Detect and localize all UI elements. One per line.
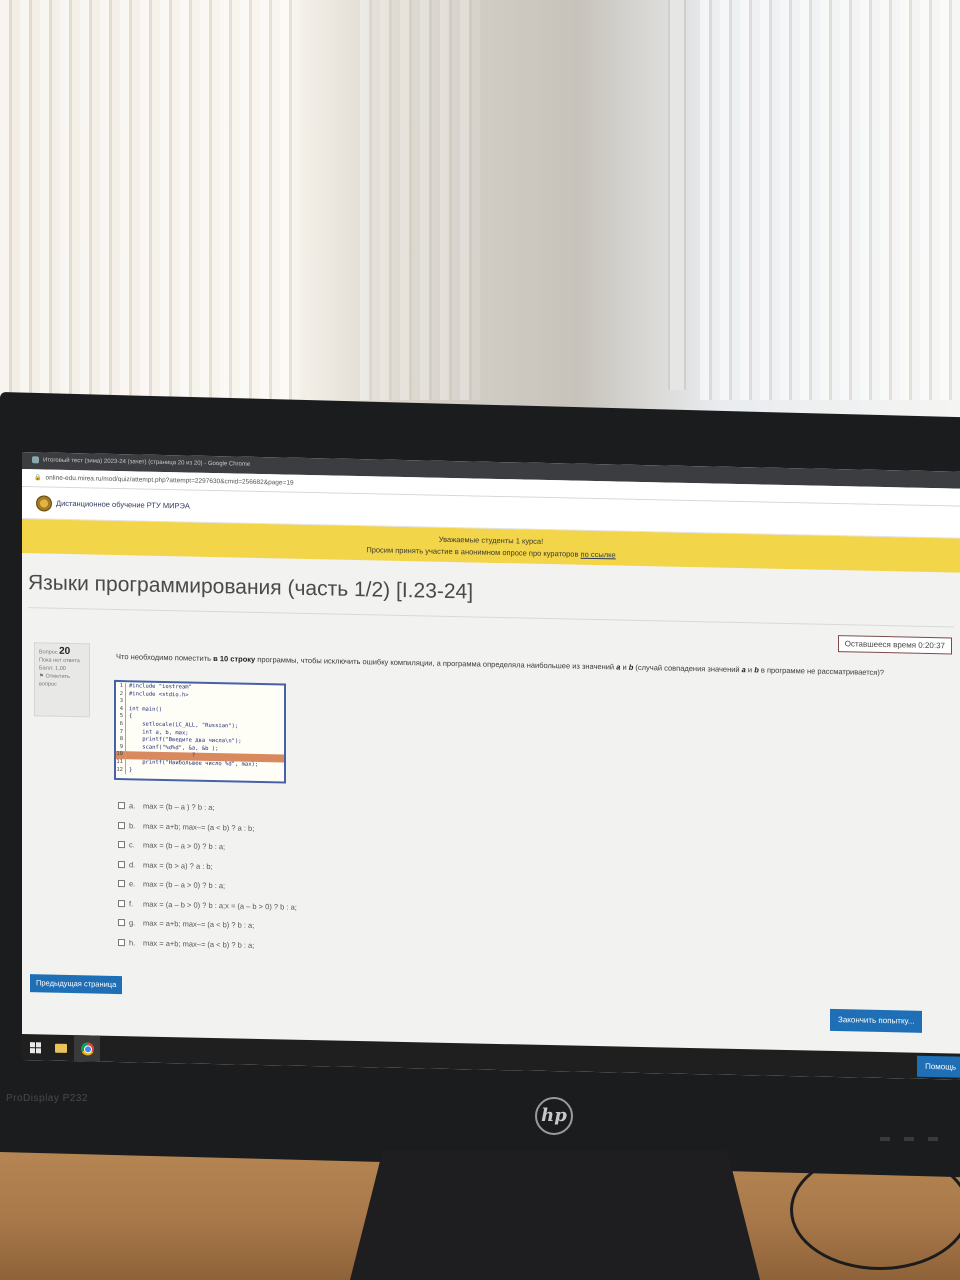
monitor-stand: [350, 1150, 760, 1280]
question-text-bold: в 10 строку: [213, 654, 256, 664]
survey-link[interactable]: по ссылке: [581, 550, 616, 560]
question-info-panel: Вопрос 20 Пока нет ответа Балл: 1,00 ⚑ О…: [34, 642, 90, 718]
help-button[interactable]: Помощь: [917, 1055, 960, 1078]
code-text: {: [129, 713, 133, 720]
question-text-part: Что необходимо поместить: [116, 651, 214, 664]
monitor-button: [880, 1137, 890, 1141]
answer-letter: d.: [129, 859, 136, 870]
flag-question-link[interactable]: ⚑ Отметить вопрос: [39, 672, 85, 689]
answer-checkbox[interactable]: [118, 821, 125, 829]
start-button[interactable]: [22, 1034, 48, 1061]
page-title: Языки программирования (часть 1/2) [I.23…: [28, 571, 474, 604]
answer-letter: e.: [129, 879, 136, 889]
answer-checkbox[interactable]: [118, 802, 125, 810]
answer-text[interactable]: max = (b – a ) ? b : a;: [143, 802, 215, 812]
line-number: 7: [116, 728, 126, 737]
line-number: 4: [116, 705, 126, 714]
answer-checkbox[interactable]: [118, 841, 125, 849]
lock-icon: 🔒: [34, 475, 42, 482]
answer-checkbox[interactable]: [118, 919, 125, 927]
answer-checkbox[interactable]: [118, 880, 125, 888]
line-number: 1: [116, 682, 126, 691]
taskbar-explorer[interactable]: [48, 1035, 74, 1062]
window-blinds-left: [0, 0, 300, 400]
answer-list: a. max = (b – a ) ? b : a; b. max = a+b; m…: [118, 796, 297, 956]
code-text: #include <stdio.h>: [129, 690, 189, 699]
question-text-part: и: [745, 665, 755, 675]
line-number: 12: [116, 766, 126, 775]
answer-letter: b.: [129, 820, 136, 831]
monitor-model-label: ProDisplay P232: [6, 1093, 88, 1104]
notice-text: Просим принять участие в анонимном опрос…: [366, 545, 581, 559]
hp-logo: hp: [535, 1097, 573, 1135]
chrome-icon: [80, 1041, 94, 1055]
line-number: 3: [116, 698, 126, 706]
previous-page-button[interactable]: Предыдущая страница: [30, 974, 123, 995]
answer-text[interactable]: max = (a – b > 0) ? b : a;x = (a – b > 0…: [143, 899, 297, 911]
line-number: 10: [116, 751, 126, 760]
code-image: 1 #include "iostream" 2 #include <stdio.h>…: [114, 679, 286, 784]
window-blinds-center: [360, 0, 480, 400]
answer-checkbox[interactable]: [118, 938, 125, 946]
question-text-part: (случай совпадения значений: [633, 662, 742, 675]
answer-text[interactable]: max = (b > a) ? a : b;: [143, 860, 213, 870]
finish-attempt-button[interactable]: Закончить попытку...: [830, 1008, 923, 1033]
timer-badge: Оставшееся время 0:20:37: [837, 635, 952, 655]
room-background: [0, 0, 960, 420]
question-text: Что необходимо поместить в 10 строку про…: [116, 652, 936, 679]
screen: Итоговый тест (зима) 2023-24 (зачет) (ст…: [22, 452, 960, 1080]
answer-letter: c.: [129, 840, 135, 850]
site-name[interactable]: Дистанционное обучение РТУ МИРЭА: [56, 499, 190, 511]
line-number: 11: [116, 758, 126, 767]
answer-option[interactable]: h. max = a+b; max–= (a < b) ? b : a;: [118, 933, 297, 956]
answer-checkbox[interactable]: [118, 899, 125, 907]
question-number-value: 20: [59, 645, 71, 658]
code-text: }: [129, 766, 133, 773]
answer-text[interactable]: max = a+b; max–= (a < b) ? b : a;: [143, 919, 254, 930]
favicon-icon: [32, 456, 39, 464]
code-text: int main(): [129, 706, 163, 713]
answer-text[interactable]: max = (b – a > 0) ? b : a;: [143, 841, 225, 852]
answer-text[interactable]: max = (b – a > 0) ? b : a;: [143, 880, 225, 891]
folder-icon: [55, 1043, 67, 1053]
answer-letter: g.: [129, 918, 136, 928]
answer-letter: f.: [129, 898, 134, 909]
line-number: 9: [116, 743, 126, 752]
question-text-part: программы, чтобы исключить ошибку компил…: [255, 654, 617, 672]
monitor-button: [928, 1137, 938, 1141]
question-text-part: в программе не рассматривается)?: [758, 665, 885, 678]
line-number: 5: [116, 713, 126, 722]
answer-letter: h.: [129, 937, 136, 948]
line-number: 8: [116, 736, 126, 744]
window-title: Итоговый тест (зима) 2023-24 (зачет) (ст…: [43, 457, 251, 468]
window-blinds-right: [700, 0, 960, 400]
question-text-part: и: [620, 662, 629, 672]
answer-checkbox[interactable]: [118, 860, 125, 868]
line-number: 6: [116, 720, 126, 729]
answer-text[interactable]: max = a+b; max–= (a < b) ? a : b;: [143, 821, 254, 832]
window-frame: [668, 0, 686, 390]
question-label: Вопрос: [39, 649, 58, 656]
monitor-button: [904, 1137, 914, 1141]
line-number: 2: [116, 690, 126, 699]
university-logo-icon[interactable]: [36, 494, 52, 512]
answer-letter: a.: [129, 801, 136, 811]
answer-text[interactable]: max = a+b; max–= (a < b) ? b : a;: [143, 938, 254, 949]
monitor-buttons: [880, 1128, 960, 1141]
taskbar-chrome[interactable]: [74, 1035, 100, 1062]
url-text[interactable]: online-edu.mirea.ru/mod/quiz/attempt.php…: [45, 474, 293, 486]
flag-label[interactable]: Отметить вопрос: [39, 673, 70, 687]
windows-icon: [29, 1041, 41, 1053]
